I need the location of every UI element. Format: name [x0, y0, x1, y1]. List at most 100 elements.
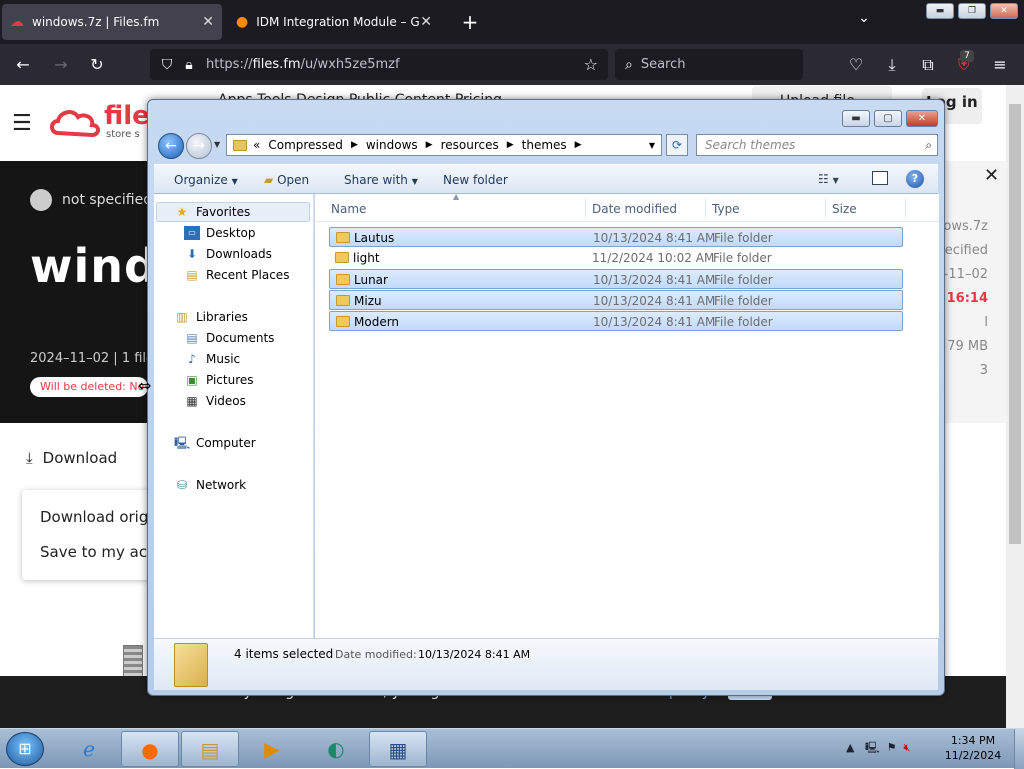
share-with-button[interactable]: Share with ▼ [344, 173, 418, 187]
nav-desktop[interactable]: ▭ Desktop [184, 226, 256, 240]
reload-icon[interactable]: ↻ [84, 52, 110, 78]
list-tabs-chevron-icon[interactable]: ⌄ [850, 10, 878, 34]
nav-music[interactable]: ♪ Music [184, 352, 240, 366]
breadcrumb-separator-icon[interactable]: ▶ [507, 140, 514, 150]
explorer-taskbar-icon[interactable]: ▤ [181, 731, 239, 767]
downloads-icon[interactable]: ⤓ [879, 52, 905, 78]
star-icon: ★ [176, 205, 188, 219]
close-tab-icon[interactable]: ✕ [420, 14, 432, 30]
new-tab-button[interactable]: + [456, 8, 484, 36]
selected-folders-icon [174, 643, 208, 687]
nav-pictures[interactable]: ▣ Pictures [184, 373, 253, 387]
breadcrumb-resources[interactable]: resources [441, 138, 499, 152]
new-folder-button[interactable]: New folder [443, 173, 508, 187]
internet-explorer-icon[interactable]: ℯ [60, 731, 118, 767]
explorer-close-button[interactable]: ✕ [906, 110, 938, 127]
extensions-icon[interactable]: ⧉ [915, 52, 941, 78]
breadcrumb-separator-icon[interactable]: ▶ [351, 140, 358, 150]
start-button[interactable]: ⊞ [6, 732, 44, 766]
recent-pages-chevron-icon[interactable]: ▼ [214, 140, 220, 149]
nav-documents[interactable]: ▤ Documents [184, 331, 274, 345]
resize-cursor-icon: ⇔ [138, 376, 152, 395]
nav-recent-places[interactable]: ▤ Recent Places [184, 268, 289, 282]
minimize-button[interactable]: ▬ [926, 3, 954, 19]
breadcrumb-separator-icon[interactable]: ▶ [426, 140, 433, 150]
nav-network[interactable]: ⛁ Network [174, 478, 246, 492]
installer-icon[interactable]: ▦ [369, 731, 427, 767]
tab-idm[interactable]: ● IDM Integration Module – Get this ✕ [228, 4, 440, 40]
search-icon: ⌕ [625, 56, 633, 73]
menu-icon[interactable]: ≡ [987, 52, 1013, 78]
column-headers: ▲ Name Date modified Type Size [315, 192, 939, 222]
info-downloads: 3 [979, 363, 988, 378]
forward-arrow-icon[interactable]: → [48, 52, 74, 78]
firefox-icon[interactable]: ● [121, 731, 179, 767]
help-icon[interactable]: ? [906, 170, 924, 188]
list-item[interactable]: Modern 10/13/2024 8:41 AM File folder [329, 311, 903, 331]
list-item[interactable]: Lautus 10/13/2024 8:41 AM File folder [329, 227, 903, 247]
column-date-modified[interactable]: Date modified [592, 202, 677, 216]
clock-time: 1:34 PM [950, 734, 996, 747]
explorer-forward-icon[interactable]: → [186, 133, 212, 159]
list-item[interactable]: light 11/2/2024 10:02 AM File folder [329, 248, 903, 268]
back-arrow-icon[interactable]: ← [10, 52, 36, 78]
details-pane: 4 items selected Date modified: 10/13/20… [154, 638, 938, 690]
column-size[interactable]: Size [832, 202, 857, 216]
refresh-icon[interactable]: ⟳ [666, 134, 688, 156]
clock[interactable]: 1:34 PM 11/2/2024 [940, 733, 1006, 763]
explorer-maximize-button[interactable]: ▢ [874, 110, 902, 127]
search-themes-input[interactable]: Search themes ⌕ [696, 134, 938, 156]
column-type[interactable]: Type [712, 202, 740, 216]
breadcrumb-themes[interactable]: themes [522, 138, 567, 152]
hamburger-menu-icon[interactable]: ☰ [12, 111, 32, 136]
action-center-icon: ⚑ [886, 741, 897, 754]
change-view-icon[interactable]: ☷ ▼ [818, 172, 848, 186]
list-item[interactable]: Mizu 10/13/2024 8:41 AM File folder [329, 290, 903, 310]
close-window-button[interactable]: ✕ [990, 3, 1018, 19]
file-info-panel: ows.7z ecified –11–02 6 16:14 l 79 MB 3 [933, 161, 1006, 423]
column-name[interactable]: Name [331, 202, 366, 216]
address-dropdown-icon[interactable]: ▼ [649, 141, 655, 150]
pocket-icon[interactable]: ♡ [843, 52, 869, 78]
show-desktop-button[interactable] [1014, 729, 1024, 769]
breadcrumb-compressed[interactable]: Compressed [268, 138, 343, 152]
shield-icon[interactable]: ⛉ [156, 57, 178, 73]
scrollbar-thumb[interactable] [1009, 104, 1021, 544]
nav-downloads[interactable]: ⬇ Downloads [184, 247, 272, 261]
close-tab-icon[interactable]: ✕ [202, 14, 214, 30]
folder-icon [335, 252, 349, 263]
restore-button[interactable]: ❐ [958, 3, 986, 19]
organize-button[interactable]: Organize ▼ [174, 173, 238, 187]
open-button[interactable]: ▰ Open [264, 173, 309, 187]
avatar [30, 189, 52, 211]
address-bar[interactable]: « Compressed ▶ windows ▶ resources ▶ themes… [226, 134, 662, 156]
breadcrumb-overflow[interactable]: « [253, 138, 260, 152]
tab-files-fm[interactable]: ☁ windows.7z | Files.fm ✕ [2, 4, 222, 40]
app-icon[interactable]: ◐ [307, 731, 365, 767]
media-player-icon[interactable]: ▶ [243, 731, 301, 767]
music-icon: ♪ [188, 352, 196, 366]
explorer-minimize-button[interactable]: ▬ [842, 110, 870, 127]
date-modified-value: 10/13/2024 8:41 AM [418, 648, 531, 661]
network-tray-icon: 🖳︎ [864, 741, 880, 754]
files-fm-logo-icon[interactable] [50, 105, 102, 141]
download-button[interactable]: ⤓ Download [26, 449, 117, 467]
nav-videos[interactable]: ▦ Videos [184, 394, 246, 408]
list-item[interactable]: Lunar 10/13/2024 8:41 AM File folder [329, 269, 903, 289]
breadcrumb-separator-icon[interactable]: ▶ [575, 140, 582, 150]
search-bar[interactable]: ⌕ Search [615, 49, 803, 80]
explorer-back-icon[interactable]: ← [158, 133, 184, 159]
close-panel-icon[interactable]: ✕ [984, 165, 999, 186]
nav-libraries[interactable]: ▥ Libraries [174, 310, 248, 324]
nav-computer[interactable]: 🖳︎ Computer [174, 436, 256, 450]
lock-icon[interactable]: 🔒︎ [178, 57, 200, 73]
preview-pane-icon[interactable] [872, 171, 888, 185]
system-tray[interactable]: ▲ 🖳︎ ⚑ 🔇︎ [846, 739, 910, 758]
nav-favorites[interactable]: ★ Favorites [174, 205, 251, 219]
breadcrumb-windows[interactable]: windows [366, 138, 418, 152]
url-bar[interactable]: ⛉ 🔒︎ https://files.fm/u/wxh5ze5mzf ☆ [150, 49, 608, 80]
folder-icon [336, 274, 350, 285]
owner-row: not specified [30, 189, 152, 211]
bookmark-star-icon[interactable]: ☆ [584, 55, 598, 74]
clock-date: 11/2/2024 [944, 749, 1002, 762]
